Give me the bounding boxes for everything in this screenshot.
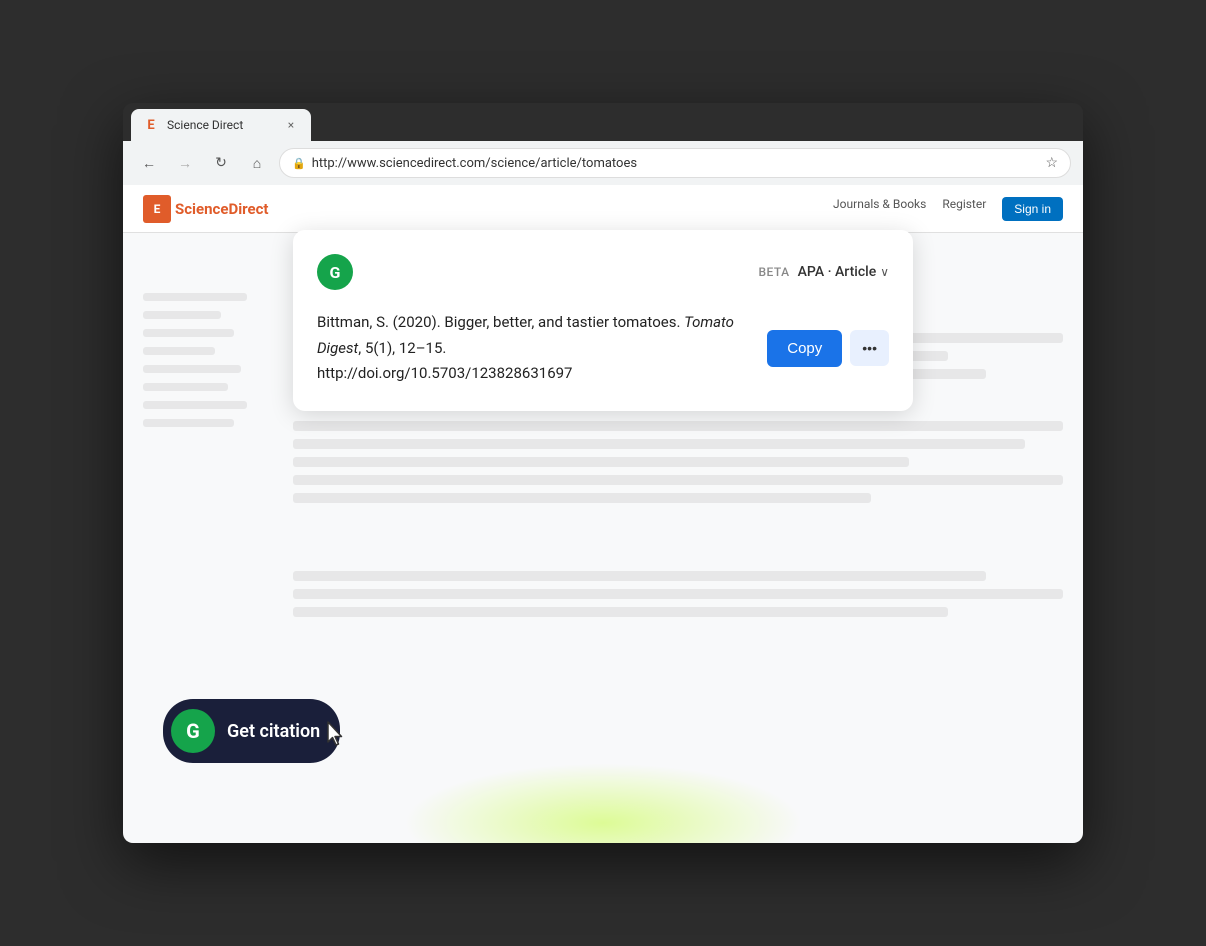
browser-tab[interactable]: E Science Direct × bbox=[131, 109, 311, 141]
popup-header: G BETA APA · Article ∨ bbox=[317, 254, 889, 290]
url-text: http://www.sciencedirect.com/science/art… bbox=[312, 156, 1040, 171]
forward-button[interactable]: → bbox=[171, 149, 199, 177]
back-button[interactable]: ← bbox=[135, 149, 163, 177]
get-citation-grammarly-icon: G bbox=[171, 709, 215, 753]
citation-pages: 12–15. bbox=[395, 339, 446, 357]
sidebar-line bbox=[143, 383, 228, 391]
grammarly-logo: G bbox=[317, 254, 353, 290]
url-bar[interactable]: 🔒 http://www.sciencedirect.com/science/a… bbox=[279, 148, 1071, 178]
beta-badge: BETA bbox=[758, 265, 789, 279]
citation-popup: G BETA APA · Article ∨ Bittman, S. (2020… bbox=[293, 230, 913, 411]
citation-format-label: APA · Article bbox=[798, 264, 877, 280]
citation-comma: , bbox=[358, 339, 365, 357]
sidebar-line bbox=[143, 419, 234, 427]
tab-close-button[interactable]: × bbox=[283, 117, 299, 133]
citation-actions: Copy ••• bbox=[767, 330, 889, 367]
home-button[interactable]: ⌂ bbox=[243, 149, 271, 177]
reload-button[interactable]: ↻ bbox=[207, 149, 235, 177]
citation-format-selector[interactable]: APA · Article ∨ bbox=[798, 264, 889, 280]
sd-logo-icon: E bbox=[143, 195, 171, 223]
citation-issue: (1), bbox=[373, 339, 395, 357]
get-citation-button[interactable]: G Get citation bbox=[163, 699, 340, 763]
chevron-down-icon: ∨ bbox=[880, 265, 889, 279]
nav-bar: ← → ↻ ⌂ 🔒 http://www.sciencedirect.com/s… bbox=[123, 141, 1083, 185]
nav-journals[interactable]: Journals & Books bbox=[833, 197, 926, 221]
get-citation-label: Get citation bbox=[227, 721, 320, 742]
tab-favicon: E bbox=[143, 117, 159, 133]
sidebar-line bbox=[143, 311, 221, 319]
lock-icon: 🔒 bbox=[292, 157, 306, 170]
tab-bar: E Science Direct × bbox=[123, 103, 1083, 141]
citation-author-year: Bittman, S. (2020). Bigger, better, and … bbox=[317, 313, 684, 331]
sidebar-line bbox=[143, 347, 215, 355]
sidebar-line bbox=[143, 365, 241, 373]
citation-doi: http://doi.org/10.5703/123828631697 bbox=[317, 364, 572, 382]
sidebar-line bbox=[143, 401, 247, 409]
sd-topbar: E ScienceDirect Journals & Books Registe… bbox=[123, 185, 1083, 233]
sidebar-line bbox=[143, 293, 247, 301]
sd-logo-text: ScienceDirect bbox=[175, 200, 269, 218]
citation-text: Bittman, S. (2020). Bigger, better, and … bbox=[317, 310, 751, 387]
citation-body: Bittman, S. (2020). Bigger, better, and … bbox=[317, 310, 751, 387]
tab-title: Science Direct bbox=[167, 118, 275, 132]
sidebar-lines bbox=[143, 293, 273, 437]
browser-window: E Science Direct × ← → ↻ ⌂ 🔒 http://www.… bbox=[123, 103, 1083, 843]
bookmark-icon[interactable]: ☆ bbox=[1045, 155, 1058, 171]
sd-nav-links: Journals & Books Register Sign in bbox=[285, 197, 1063, 221]
copy-button[interactable]: Copy bbox=[767, 330, 842, 367]
more-options-button[interactable]: ••• bbox=[850, 330, 889, 366]
sidebar-line bbox=[143, 329, 234, 337]
signin-button[interactable]: Sign in bbox=[1002, 197, 1063, 221]
nav-register[interactable]: Register bbox=[942, 197, 986, 221]
page-content: E ScienceDirect Journals & Books Registe… bbox=[123, 185, 1083, 843]
popup-header-right: BETA APA · Article ∨ bbox=[369, 264, 889, 280]
sd-logo: E ScienceDirect bbox=[143, 195, 269, 223]
citation-content-row: Bittman, S. (2020). Bigger, better, and … bbox=[317, 310, 889, 387]
